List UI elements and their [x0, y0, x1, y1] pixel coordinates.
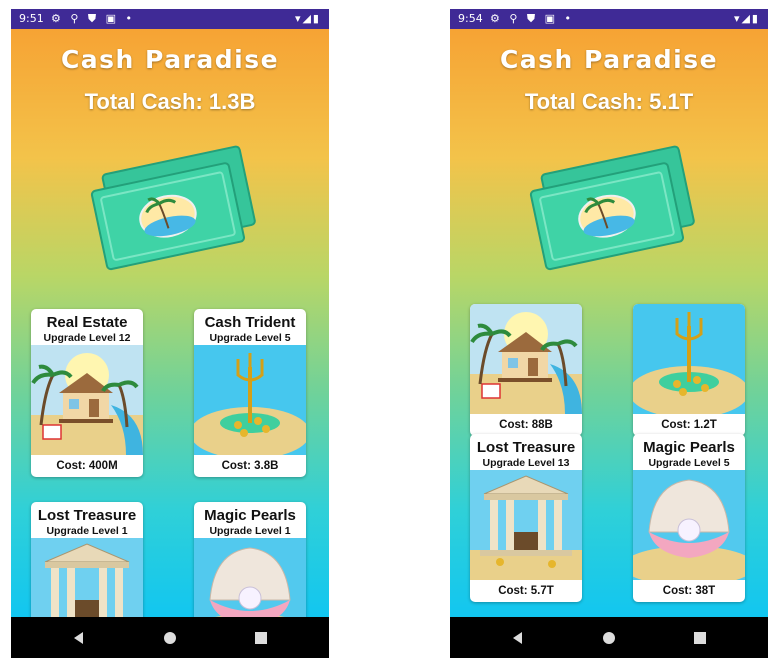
status-signal-battery-icons: ▾◢▮: [733, 12, 760, 25]
temple-icon: [31, 538, 143, 617]
pearl-shell-icon: [633, 470, 745, 580]
card-cost: Cost: 38T: [662, 585, 716, 597]
upgrade-card-lost-treasure[interactable]: Lost Treasure Upgrade Level 13 Cost: 5.7…: [470, 434, 582, 602]
home-circle-icon[interactable]: [162, 630, 178, 646]
money-bills-icon[interactable]: [522, 141, 702, 281]
card-level: Upgrade Level 5: [209, 332, 291, 344]
card-cost: Cost: 3.8B: [221, 460, 279, 472]
total-cash-label: Total Cash: 5.1T: [524, 89, 694, 114]
recent-square-icon[interactable]: [253, 630, 269, 646]
back-triangle-icon[interactable]: [510, 630, 526, 646]
upgrade-card-cash-trident[interactable]: Cash Trident Upgrade Level 5 Cost: 3.8B: [194, 309, 306, 477]
status-notification-icons: ⚙ ⚲ ⛊ ▣ •: [490, 12, 575, 25]
temple-icon: [470, 470, 582, 580]
upgrade-card-magic-pearls[interactable]: Magic Pearls Upgrade Level 1: [194, 502, 306, 617]
status-notification-icons: ⚙ ⚲ ⛊ ▣ •: [51, 12, 136, 25]
card-level: Upgrade Level 12: [43, 332, 131, 344]
navigation-bar: [450, 617, 768, 658]
game-screen: Cash Paradise Total Cash: 1.3B Real Esta…: [11, 29, 329, 617]
app-title: Cash Paradise: [499, 45, 719, 74]
card-cost: Cost: 400M: [56, 460, 118, 472]
navigation-bar: [11, 617, 329, 658]
card-level: Upgrade Level 1: [209, 525, 291, 537]
total-cash-label: Total Cash: 1.3B: [84, 89, 256, 114]
trident-icon: [633, 304, 745, 414]
status-time: 9:51: [19, 12, 44, 25]
card-level: Upgrade Level 5: [648, 457, 730, 469]
home-circle-icon[interactable]: [601, 630, 617, 646]
card-name: Real Estate: [46, 314, 128, 331]
phone-right: 9:54 ⚙ ⚲ ⛊ ▣ • ▾◢▮ Cash Paradise Total C…: [450, 9, 768, 658]
money-bills-icon[interactable]: [83, 141, 263, 281]
card-cost: Cost: 1.2T: [661, 419, 717, 431]
upgrade-card-real-estate[interactable]: Cost: 88B: [470, 304, 582, 436]
status-time: 9:54: [458, 12, 483, 25]
upgrade-card-cash-trident[interactable]: Cost: 1.2T: [633, 304, 745, 436]
upgrade-card-magic-pearls[interactable]: Magic Pearls Upgrade Level 5 Cost: 38T: [633, 434, 745, 602]
card-level: Upgrade Level 13: [482, 457, 570, 469]
status-signal-battery-icons: ▾◢▮: [294, 12, 321, 25]
card-name: Lost Treasure: [37, 507, 137, 524]
card-cost: Cost: 88B: [499, 419, 553, 431]
card-name: Cash Trident: [204, 314, 296, 331]
phone-left: 9:51 ⚙ ⚲ ⛊ ▣ • ▾◢▮ Cash Paradise Total C…: [11, 9, 329, 658]
card-name: Lost Treasure: [476, 439, 576, 456]
card-name: Magic Pearls: [643, 439, 735, 456]
upgrade-card-real-estate[interactable]: Real Estate Upgrade Level 12 Cost: 400M: [31, 309, 143, 477]
status-bar: 9:54 ⚙ ⚲ ⛊ ▣ • ▾◢▮: [450, 9, 768, 29]
beach-house-icon: [470, 304, 582, 414]
beach-house-icon: [31, 345, 143, 455]
pearl-shell-icon: [194, 538, 306, 617]
upgrade-card-lost-treasure[interactable]: Lost Treasure Upgrade Level 1: [31, 502, 143, 617]
card-name: Magic Pearls: [204, 507, 296, 524]
status-bar: 9:51 ⚙ ⚲ ⛊ ▣ • ▾◢▮: [11, 9, 329, 29]
trident-icon: [194, 345, 306, 455]
recent-square-icon[interactable]: [692, 630, 708, 646]
back-triangle-icon[interactable]: [71, 630, 87, 646]
card-level: Upgrade Level 1: [46, 525, 128, 537]
app-title: Cash Paradise: [60, 45, 280, 74]
card-cost: Cost: 5.7T: [498, 585, 554, 597]
game-screen: Cash Paradise Total Cash: 5.1T Cost: 88B…: [450, 29, 768, 617]
